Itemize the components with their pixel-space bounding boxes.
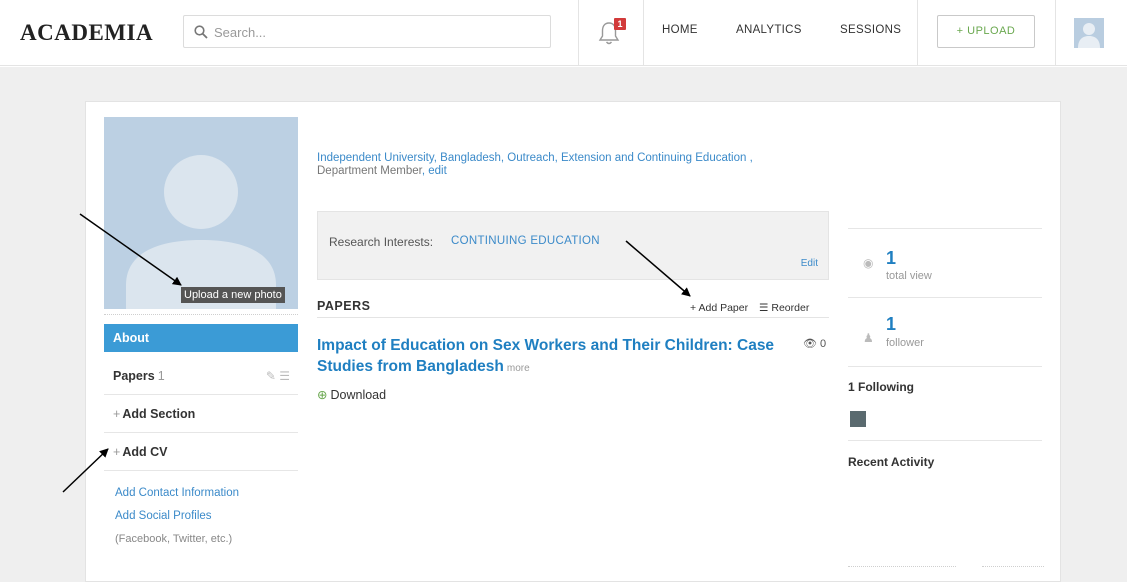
search-input[interactable]: [214, 21, 534, 43]
papers-count: 1: [157, 369, 165, 383]
plus-icon: +: [113, 407, 121, 421]
divider: [104, 314, 298, 315]
divider: [848, 366, 1042, 367]
research-interest-tag[interactable]: CONTINUING EDUCATION: [451, 235, 600, 247]
header-divider: [1055, 0, 1056, 66]
affiliation-role: Department Member: [317, 165, 422, 177]
nav-analytics[interactable]: ANALYTICS: [736, 24, 802, 36]
followers-label: follower: [886, 337, 924, 349]
top-header: ACADEMIA 1 HOME ANALYTICS SESSIONS + UPL…: [0, 0, 1127, 66]
user-silhouette-icon: [126, 155, 276, 309]
add-section-label: Add Section: [122, 407, 196, 421]
download-link[interactable]: ⊕ Download: [317, 387, 386, 402]
recent-activity-heading: Recent Activity: [848, 455, 935, 469]
views-count: 0: [820, 338, 827, 350]
download-label: Download: [330, 388, 387, 402]
section-tools: ✎ ☰: [266, 357, 290, 395]
notifications-button[interactable]: 1: [598, 18, 626, 46]
upload-button[interactable]: + UPLOAD: [937, 15, 1035, 48]
add-cv-label: Add CV: [122, 445, 168, 459]
divider: [848, 228, 1042, 229]
pencil-icon[interactable]: ✎: [266, 369, 276, 383]
add-section-button[interactable]: + Add Section: [104, 395, 298, 433]
header-divider: [578, 0, 579, 66]
paper-title[interactable]: Impact of Education on Sex Workers and T…: [317, 335, 787, 379]
paper-title-text[interactable]: Impact of Education on Sex Workers and T…: [317, 337, 774, 375]
user-icon: ♟: [863, 331, 874, 345]
divider: [848, 440, 1042, 441]
notification-badge: 1: [614, 18, 626, 30]
reorder-button[interactable]: ☰ Reorder: [759, 302, 809, 314]
list-icon: ☰: [759, 302, 769, 314]
following-link[interactable]: 1 Following: [848, 380, 914, 394]
add-social-link[interactable]: Add Social Profiles: [115, 510, 212, 522]
search-box[interactable]: [183, 15, 551, 48]
affiliation-link[interactable]: Independent University, Bangladesh, Outr…: [317, 152, 753, 164]
following-avatar[interactable]: [850, 411, 866, 427]
download-icon: ⊕: [317, 388, 328, 402]
plus-icon: +: [690, 302, 697, 314]
sidebar-item-papers[interactable]: Papers 1 ✎ ☰: [104, 357, 298, 395]
affiliation: Independent University, Bangladesh, Outr…: [317, 152, 753, 177]
papers-heading: PAPERS: [317, 299, 371, 313]
nav-home[interactable]: HOME: [662, 24, 698, 36]
eye-icon: 👁: [803, 338, 817, 350]
profile-photo[interactable]: [104, 117, 298, 309]
search-icon: [194, 25, 208, 39]
sidebar-item-label: Papers: [113, 369, 155, 383]
add-cv-button[interactable]: + Add CV: [104, 433, 298, 471]
social-note: (Facebook, Twitter, etc.): [115, 533, 233, 545]
user-silhouette-icon: [1078, 23, 1100, 48]
upload-photo-label[interactable]: Upload a new photo: [181, 287, 285, 303]
plus-icon: +: [113, 445, 121, 459]
drag-handle-icon[interactable]: ☰: [279, 369, 290, 383]
followers-count[interactable]: 1: [886, 314, 896, 335]
user-avatar[interactable]: [1074, 18, 1104, 48]
add-paper-label: Add Paper: [698, 302, 749, 314]
views-count: 1: [886, 248, 897, 268]
add-contact-link[interactable]: Add Contact Information: [115, 487, 239, 499]
affiliation-edit-link[interactable]: edit: [428, 165, 447, 177]
divider: [317, 317, 829, 318]
divider: [848, 297, 1042, 298]
eye-icon: ◉: [863, 256, 874, 270]
sidebar-item-about[interactable]: About: [104, 324, 298, 352]
research-interests-box: Research Interests: CONTINUING EDUCATION…: [317, 211, 829, 280]
reorder-label: Reorder: [771, 302, 810, 314]
header-divider: [917, 0, 918, 66]
paper-views: 👁 0: [803, 337, 826, 350]
academia-logo[interactable]: ACADEMIA: [20, 20, 153, 46]
more-link[interactable]: more: [507, 363, 530, 374]
add-paper-button[interactable]: + Add Paper: [690, 302, 748, 314]
divider: [848, 566, 956, 567]
views-label: total view: [886, 270, 932, 282]
header-divider: [643, 0, 644, 66]
research-edit-link[interactable]: Edit: [801, 258, 818, 269]
nav-sessions[interactable]: SESSIONS: [840, 24, 901, 36]
paper-actions: + Add Paper ☰ Reorder: [690, 302, 809, 314]
research-interests-label: Research Interests:: [329, 235, 434, 249]
divider: [982, 566, 1044, 567]
